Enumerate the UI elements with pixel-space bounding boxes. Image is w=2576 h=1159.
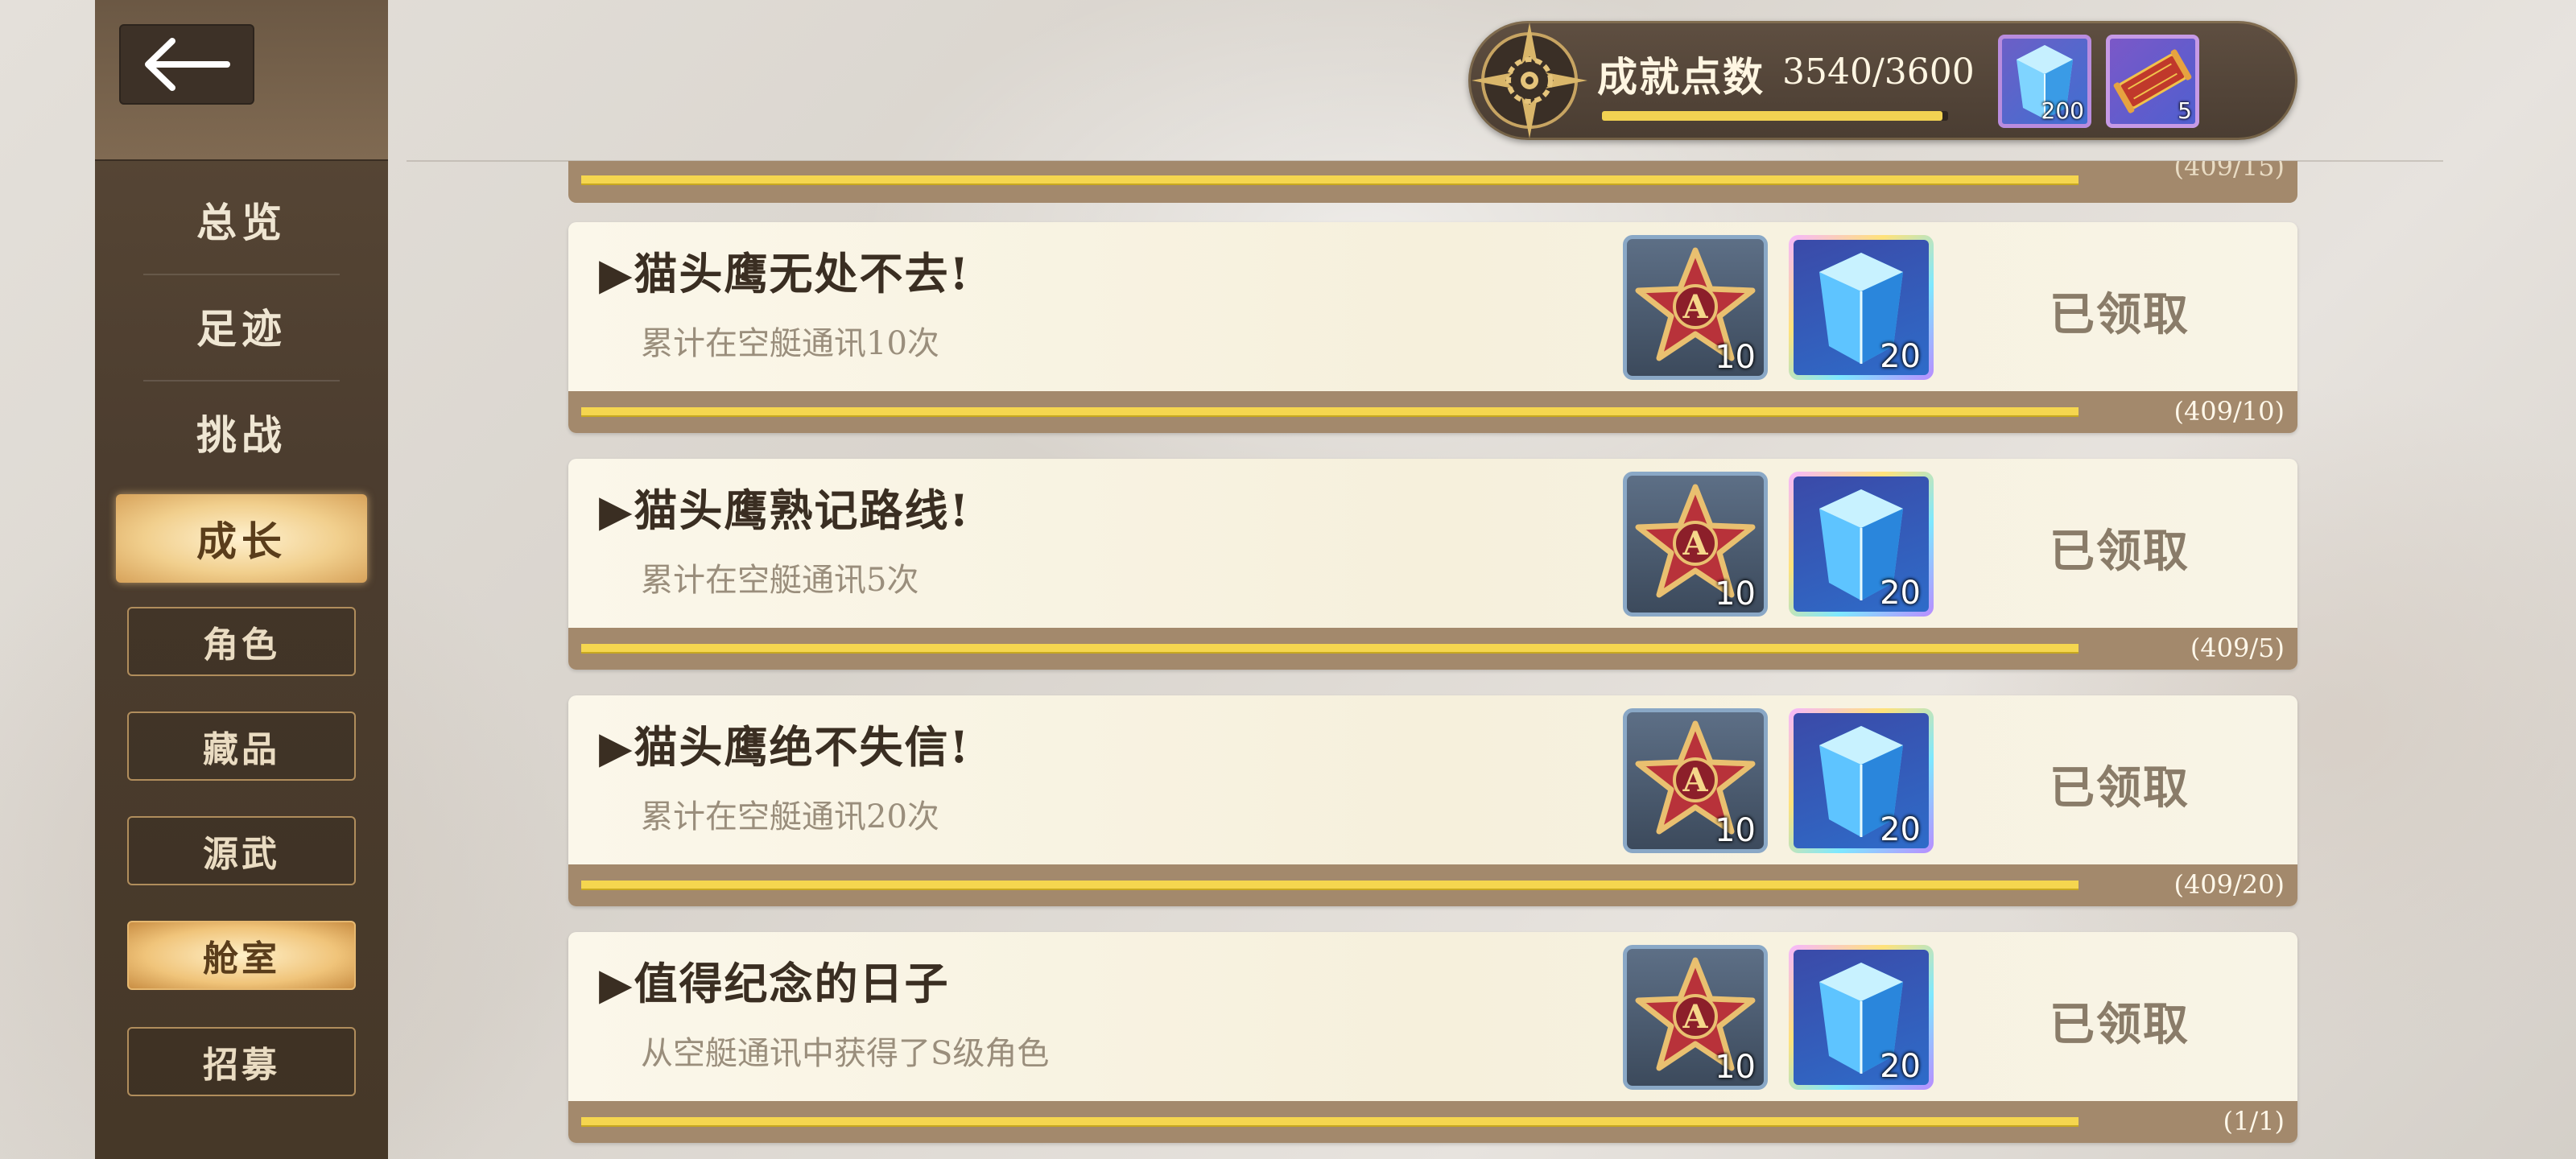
svg-text:A: A [1682,288,1708,326]
nav-item-footprints[interactable]: 足迹 [143,274,340,378]
currency-crystal[interactable]: 200 [1998,35,2091,128]
achievement-description: 从空艇通讯中获得了S级角色 [641,1035,1050,1072]
back-button[interactable] [119,24,254,105]
achievement-card: ▶猫头鹰无处不去! 累计在空艇通讯10次 A 10 20 已领取 (409/10… [568,222,2297,433]
reward-a-badge[interactable]: A 10 [1623,945,1768,1090]
nav-sub-collection[interactable]: 藏品 [127,711,356,781]
claimed-status: 已领取 [2050,288,2190,341]
achievement-progress-bar [581,881,2079,890]
reward-a-badge[interactable]: A 10 [1623,472,1768,617]
claimed-status: 已领取 [2050,998,2190,1051]
nav-item-challenge[interactable]: 挑战 [143,380,340,485]
claimed-status: 已领取 [2050,761,2190,815]
reward-qty: 10 [1715,812,1756,849]
achievement-card: ▶猫头鹰绝不失信! 累计在空艇通讯20次 A 10 20 已领取 (409/20… [568,695,2297,906]
achievement-card: ▶猫头鹰熟记路线! 累计在空艇通讯5次 A 10 20 已领取 (409/5) [568,459,2297,670]
achievement-count: (409/20) [2174,869,2285,900]
nav-item-growth[interactable]: 成长 [116,494,367,583]
sidebar: 总览 足迹 挑战 成长 角色 藏品 源武 舱室 招募 [95,0,388,1159]
achievement-progress-strip: (409/5) [568,628,2297,670]
achievement-progress-fill [581,407,2079,417]
achievement-description: 累计在空艇通讯5次 [641,562,919,599]
achievement-progress-bar [581,407,2079,417]
achievement-progress-strip: (409/10) [568,391,2297,433]
reward-qty: 10 [1715,1049,1756,1086]
reward-qty: 20 [1880,1048,1921,1085]
achievement-progress-fill [581,881,2079,890]
achievement-progress-bar [581,175,2079,185]
currency-scroll[interactable]: 5 [2106,35,2199,128]
nav-sub-source-weapons[interactable]: 源武 [127,816,356,885]
claimed-status: 已领取 [2050,525,2190,578]
achievement-progress-strip: (1/1) [568,1101,2297,1143]
reward-qty: 20 [1880,811,1921,848]
reward-qty: 10 [1715,575,1756,612]
achievement-progress-fill [581,644,2079,654]
reward-crystal[interactable]: 20 [1789,472,1934,617]
reward-a-badge[interactable]: A 10 [1623,235,1768,380]
reward-crystal[interactable]: 20 [1789,235,1934,380]
reward-crystal[interactable]: 20 [1789,708,1934,853]
achievement-count: (409/10) [2174,396,2285,427]
reward-qty: 10 [1715,339,1756,376]
achievement-progress-bar [581,1117,2079,1127]
achievement-count: (1/1) [2223,1106,2285,1136]
points-progress-bar [1602,111,1948,121]
svg-text:A: A [1682,998,1708,1036]
reward-crystal[interactable]: 20 [1789,945,1934,1090]
achievement-description: 累计在空艇通讯20次 [641,798,939,835]
achievement-progress-strip: (409/20) [568,864,2297,906]
achievement-count: (409/5) [2190,633,2285,663]
points-progress-fill [1602,111,1942,121]
arrow-left-icon [145,38,230,91]
reward-a-badge[interactable]: A 10 [1623,708,1768,853]
achievement-card-partial: (409/15) [568,161,2297,203]
achievement-description: 累计在空艇通讯10次 [641,325,939,362]
achievement-progress-fill [581,1117,2079,1127]
achievement-progress-fill [581,175,2079,185]
nav-sub-characters[interactable]: 角色 [127,607,356,676]
svg-text:A: A [1682,761,1708,799]
reward-qty: 20 [1880,575,1921,612]
gear-compass-emblem-icon [1472,23,1587,138]
achievement-title: ▶猫头鹰熟记路线! [599,485,971,536]
achievement-progress-bar [581,644,2079,654]
achievement-card: ▶值得纪念的日子 从空艇通讯中获得了S级角色 A 10 20 已领取 (1/1) [568,932,2297,1143]
reward-qty: 20 [1880,338,1921,375]
nav-item-overview[interactable]: 总览 [143,167,340,272]
points-value: 3540/3600 [1782,52,1975,93]
currency-qty: 5 [2178,97,2192,124]
sidebar-header [95,0,388,161]
svg-text:A: A [1682,525,1708,563]
achievement-title: ▶值得纪念的日子 [599,958,950,1009]
achievement-title: ▶猫头鹰绝不失信! [599,721,971,773]
achievement-title: ▶猫头鹰无处不去! [599,248,971,299]
achievement-points-panel: 成就点数 3540/3600 200 5 [1468,21,2297,140]
currency-qty: 200 [2041,97,2084,124]
achievement-count: (409/15) [2174,161,2285,182]
points-label: 成就点数 [1597,53,1765,101]
nav-sub-recruit[interactable]: 招募 [127,1027,356,1096]
nav-sub-cabin[interactable]: 舱室 [127,921,356,990]
